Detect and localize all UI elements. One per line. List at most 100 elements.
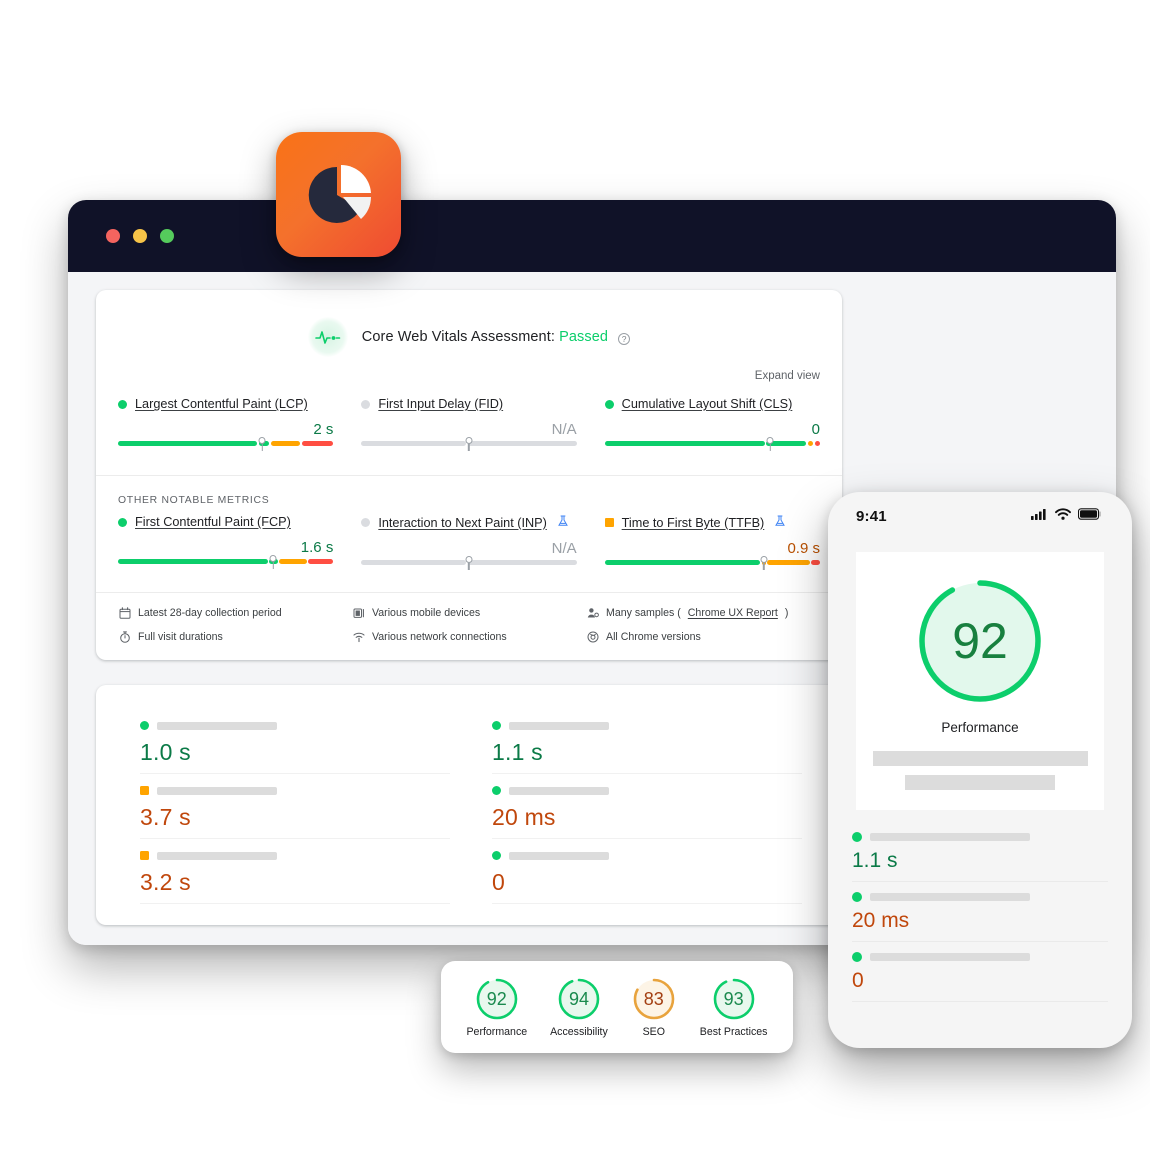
bar-segment [807,441,814,446]
stopwatch-icon [118,630,131,643]
meta-item: Various network connections [352,630,586,643]
lab-metric-header [140,786,450,795]
meta-item: Many samples (Chrome UX Report) [586,606,820,619]
lab-metric-value: 1.1 s [492,739,543,765]
lab-metric-header [492,851,802,860]
metric-value: 0 [811,421,820,438]
score-label: SEO [642,1026,665,1038]
lab-metrics-right-column: 1.1 s 20 ms 0 [492,721,802,925]
bar-segment [301,441,334,446]
metric-distribution-bar [361,556,577,574]
phone-status-dot [852,892,862,902]
phone-label-placeholder [870,893,1030,901]
performance-score-value: 92 [952,613,1008,669]
lighthouse-score-summary: 92 Performance 94 Accessibility 83 SEO 93 Best … [441,961,793,1053]
metric-name-link[interactable]: Largest Contentful Paint (LCP) [135,397,308,411]
samples-icon [586,606,599,619]
phone-metric-row: 20 ms [852,892,1108,942]
lab-metric-value: 0 [492,869,505,895]
bar-segment [270,441,301,446]
lab-metric-value: 3.2 s [140,869,191,895]
meta-text: Latest 28-day collection period [138,606,282,619]
score-item-accessibility[interactable]: 94 Accessibility [550,976,608,1038]
metric-value: 0.9 s [787,540,820,557]
mobile-preview: 9:41 92 Performance 1.1 s 20 ms 0 [828,492,1132,1048]
metric-marker [269,555,277,562]
metric-status-dot [604,518,614,527]
phone-status-bar: 9:41 [828,492,1132,540]
score-value: 93 [723,988,744,1009]
lab-status-dot [492,721,501,730]
metric-name-link[interactable]: Interaction to Next Paint (INP) [378,516,547,530]
metric-time-to-first-byte-ttfb: Time to First Byte (TTFB) 0.9 s [604,515,820,574]
metric-header: Largest Contentful Paint (LCP) [118,397,333,411]
chrome-ux-report-link[interactable]: Chrome UX Report [688,607,778,619]
collection-meta-strip: Latest 28-day collection period Various m… [96,592,842,643]
phone-metric-header [852,832,1108,842]
metric-name-link[interactable]: Time to First Byte (TTFB) [622,516,765,530]
metric-value: 2 s [313,421,334,438]
phone-metric-row: 0 [852,952,1108,1002]
metric-header: First Input Delay (FID) [361,397,576,411]
bar-segment [767,560,810,565]
wifi-icon [1055,507,1071,525]
lab-metric-value: 20 ms [492,804,556,830]
phone-metric-row: 1.1 s [852,832,1108,882]
pulse-icon [307,317,348,357]
wifi-icon [352,630,365,643]
metric-name-link[interactable]: Cumulative Layout Shift (CLS) [622,397,793,411]
score-item-performance[interactable]: 92 Performance [466,976,527,1038]
bar-segment [118,441,258,446]
phone-label-placeholder [870,833,1030,841]
other-metrics-label: OTHER NOTABLE METRICS [96,475,842,506]
metric-marker [465,437,473,444]
lab-metric-header [492,721,802,730]
window-close-button[interactable] [106,229,120,243]
lab-status-dot [492,786,501,795]
metric-largest-contentful-paint-lcp: Largest Contentful Paint (LCP) 2 s [118,397,334,455]
lab-status-dot [140,721,149,730]
phone-performance-card: 92 Performance [856,552,1104,810]
phone-clock: 9:41 [856,507,887,525]
lab-metrics-left-column: 1.0 s 3.7 s 3.2 s [140,721,450,925]
bar-segment [604,560,761,565]
lab-label-placeholder [157,786,277,795]
screenshot-stage: Core Web Vitals Assessment: Passed ? Exp… [0,0,1150,1150]
lab-metric-row: 0 [492,851,802,904]
assessment-prefix: Core Web Vitals Assessment: [361,329,560,345]
lab-status-dot [492,851,501,860]
phone-label-placeholder [870,953,1030,961]
metric-marker [760,556,768,563]
browser-titlebar [68,200,1116,272]
lab-metric-row: 20 ms [492,786,802,839]
lab-metrics-card: 1.0 s 3.7 s 3.2 s 1.1 s 20 ms 0 [96,685,842,925]
assessment-title: Core Web Vitals Assessment: Passed ? [361,329,631,345]
assessment-header: Core Web Vitals Assessment: Passed ? [96,290,842,357]
metric-header: Interaction to Next Paint (INP) [361,515,576,530]
lab-label-placeholder [509,721,609,730]
performance-gauge-label: Performance [941,720,1019,735]
metric-marker [258,437,266,444]
metric-status-dot [118,517,127,527]
lab-metric-header [140,851,450,860]
bar-segment [361,560,467,565]
metric-name-link[interactable]: First Input Delay (FID) [378,397,503,411]
lab-metric-value: 1.0 s [140,739,191,765]
window-maximize-button[interactable] [160,229,174,243]
meta-text: Various mobile devices [372,606,481,619]
bar-segment [604,441,765,446]
score-item-best-practices[interactable]: 93 Best Practices [700,976,767,1038]
metric-name-link[interactable]: First Contentful Paint (FCP) [135,515,291,529]
metric-distribution-bar [118,437,334,455]
score-item-seo[interactable]: 83 SEO [631,976,677,1038]
phone-metric-value: 1.1 s [852,849,898,872]
meta-text: Various network connections [372,630,507,643]
window-minimize-button[interactable] [133,229,147,243]
expand-view-link[interactable]: Expand view [755,370,820,382]
metric-value: 1.6 s [300,539,334,556]
lab-status-dot [140,786,149,795]
help-icon[interactable]: ? [618,333,631,345]
meta-text: Many samples ( [606,606,681,619]
core-web-vitals-card: Core Web Vitals Assessment: Passed ? Exp… [96,290,842,660]
score-ring: 83 [631,976,677,1022]
